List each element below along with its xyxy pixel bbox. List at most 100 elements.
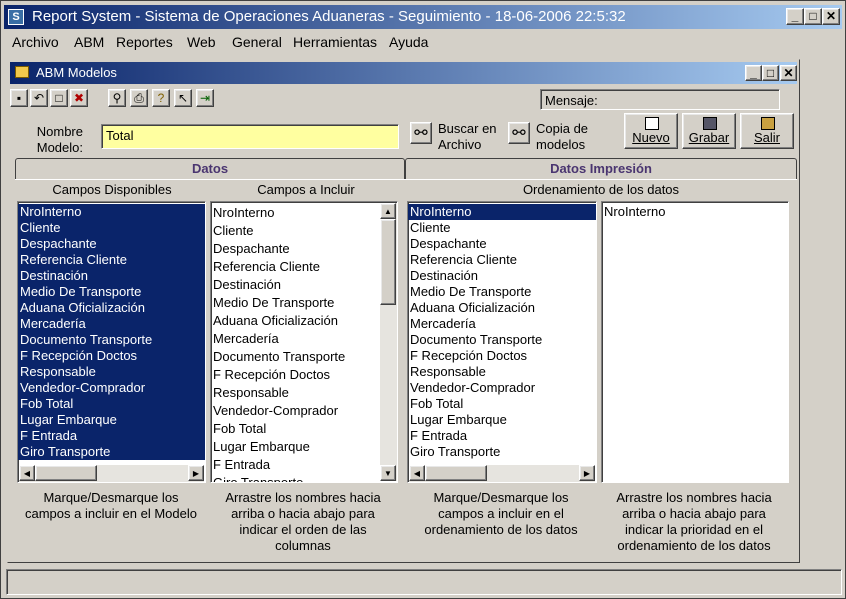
list-item[interactable]: Giro Transporte (408, 444, 596, 460)
list-item[interactable]: Despachante (211, 240, 397, 258)
buscar-en-archivo-label[interactable]: Buscar en Archivo (438, 121, 497, 153)
list-item[interactable]: Medio De Transporte (211, 294, 397, 312)
list-item[interactable]: Responsable (211, 384, 397, 402)
copia-de-modelos-label[interactable]: Copia de modelos (536, 121, 588, 153)
maximize-button[interactable]: □ (804, 8, 822, 25)
list-item[interactable]: Fob Total (211, 420, 397, 438)
new-document-icon[interactable]: □ (50, 89, 68, 107)
list-item[interactable]: Aduana Oficialización (18, 300, 205, 316)
close-button[interactable]: ✕ (822, 8, 840, 25)
list-item[interactable]: Documento Transporte (408, 332, 596, 348)
grabar-button[interactable]: Grabar (682, 113, 736, 149)
list-item[interactable]: Lugar Embarque (211, 438, 397, 456)
list-item[interactable]: NroInterno (408, 204, 596, 220)
list-item[interactable]: Referencia Cliente (18, 252, 205, 268)
context-help-icon[interactable]: ↖ (174, 89, 192, 107)
list-item[interactable]: Cliente (408, 220, 596, 236)
list-item[interactable]: Giro Transporte (211, 474, 397, 482)
binoculars-copy-icon[interactable]: ⚯ (508, 122, 530, 144)
ordenamiento-campos-list[interactable]: NroInterno Cliente Despachante Referencia C… (407, 201, 597, 483)
minimize-button[interactable]: _ (786, 8, 804, 25)
list-item[interactable]: F Recepción Doctos (18, 348, 205, 364)
child-maximize-button[interactable]: □ (762, 65, 779, 81)
delete-icon[interactable]: ✖ (70, 89, 88, 107)
tab-datos-impresion[interactable]: Datos Impresión (405, 158, 797, 180)
list-item[interactable]: Cliente (18, 220, 205, 236)
vertical-scrollbar[interactable]: ▲ ▼ (380, 203, 397, 481)
scroll-thumb-vertical[interactable] (380, 219, 396, 305)
list-item[interactable]: Aduana Oficialización (211, 312, 397, 330)
child-title-bar[interactable]: ABM Modelos _ □ ✕ (10, 62, 797, 84)
list-item[interactable]: Despachante (18, 236, 205, 252)
salir-button[interactable]: Salir (740, 113, 794, 149)
tab-datos[interactable]: Datos (15, 158, 405, 180)
undo-icon[interactable]: ↶ (30, 89, 48, 107)
list-item[interactable]: Fob Total (408, 396, 596, 412)
list-item[interactable]: Medio De Transporte (18, 284, 205, 300)
menu-web[interactable]: Web (187, 34, 216, 50)
scroll-right-icon[interactable]: ▶ (188, 465, 204, 481)
list-item[interactable]: Vendedor-Comprador (18, 380, 205, 396)
menu-ayuda[interactable]: Ayuda (389, 34, 428, 50)
horizontal-scrollbar[interactable]: ◀ ▶ (19, 465, 204, 482)
list-item[interactable]: Lugar Embarque (408, 412, 596, 428)
list-item[interactable]: Referencia Cliente (408, 252, 596, 268)
list-item[interactable]: Cliente (211, 222, 397, 240)
save-icon[interactable]: ▪ (10, 89, 28, 107)
menu-reportes[interactable]: Reportes (116, 34, 173, 50)
scroll-down-icon[interactable]: ▼ (380, 465, 396, 481)
campos-a-incluir-list[interactable]: NroInterno Cliente Despachante Referencia C… (210, 201, 398, 483)
help-icon[interactable]: ? (152, 89, 170, 107)
list-item[interactable]: Despachante (408, 236, 596, 252)
list-item[interactable]: Destinación (211, 276, 397, 294)
scroll-left-icon[interactable]: ◀ (409, 465, 425, 481)
scroll-thumb[interactable] (425, 465, 487, 481)
menu-archivo[interactable]: Archivo (12, 34, 59, 50)
list-item[interactable]: Aduana Oficialización (408, 300, 596, 316)
list-item[interactable]: NroInterno (211, 204, 397, 222)
list-item[interactable]: Mercadería (211, 330, 397, 348)
list-item[interactable]: Documento Transporte (18, 332, 205, 348)
list-item[interactable]: Giro Transporte (18, 444, 205, 460)
exit-icon[interactable]: ⇥ (196, 89, 214, 107)
campos-disponibles-list[interactable]: NroInterno Cliente Despachante Referencia C… (17, 201, 206, 483)
list-item[interactable]: F Entrada (18, 428, 205, 444)
scroll-left-icon[interactable]: ◀ (19, 465, 35, 481)
title-bar[interactable]: S Report System - Sistema de Operaciones… (4, 5, 842, 29)
menu-herramientas[interactable]: Herramientas (293, 34, 377, 50)
find-icon[interactable]: ⚲ (108, 89, 126, 107)
print-icon[interactable]: ⎙ (130, 89, 148, 107)
scroll-thumb[interactable] (35, 465, 97, 481)
list-item[interactable]: F Entrada (408, 428, 596, 444)
list-item[interactable]: Vendedor-Comprador (408, 380, 596, 396)
list-item[interactable]: Responsable (408, 364, 596, 380)
list-item[interactable]: Vendedor-Comprador (211, 402, 397, 420)
ordenamiento-seleccionados-list[interactable]: NroInterno (601, 201, 789, 483)
list-item[interactable]: Destinación (18, 268, 205, 284)
list-item[interactable]: Mercadería (408, 316, 596, 332)
list-item[interactable]: F Recepción Doctos (408, 348, 596, 364)
horizontal-scrollbar-orden[interactable]: ◀ ▶ (409, 465, 595, 482)
nuevo-button[interactable]: Nuevo (624, 113, 678, 149)
list-item[interactable]: Fob Total (18, 396, 205, 412)
list-item[interactable]: F Entrada (211, 456, 397, 474)
list-item[interactable]: Mercadería (18, 316, 205, 332)
list-item[interactable]: Responsable (18, 364, 205, 380)
nombre-modelo-input[interactable]: Total (101, 124, 399, 149)
menu-abm[interactable]: ABM (74, 34, 104, 50)
list-item[interactable]: Lugar Embarque (18, 412, 205, 428)
list-item[interactable]: Referencia Cliente (211, 258, 397, 276)
list-item[interactable]: Medio De Transporte (408, 284, 596, 300)
nombre-label-line1: Nombre (36, 124, 83, 139)
list-item[interactable]: F Recepción Doctos (211, 366, 397, 384)
list-item[interactable]: NroInterno (602, 204, 788, 220)
child-close-button[interactable]: ✕ (780, 65, 797, 81)
scroll-up-icon[interactable]: ▲ (380, 203, 396, 219)
list-item[interactable]: Destinación (408, 268, 596, 284)
list-item[interactable]: Documento Transporte (211, 348, 397, 366)
list-item[interactable]: NroInterno (18, 204, 205, 220)
menu-general[interactable]: General (232, 34, 282, 50)
binoculars-icon[interactable]: ⚯ (410, 122, 432, 144)
scroll-right-icon[interactable]: ▶ (579, 465, 595, 481)
child-minimize-button[interactable]: _ (745, 65, 762, 81)
